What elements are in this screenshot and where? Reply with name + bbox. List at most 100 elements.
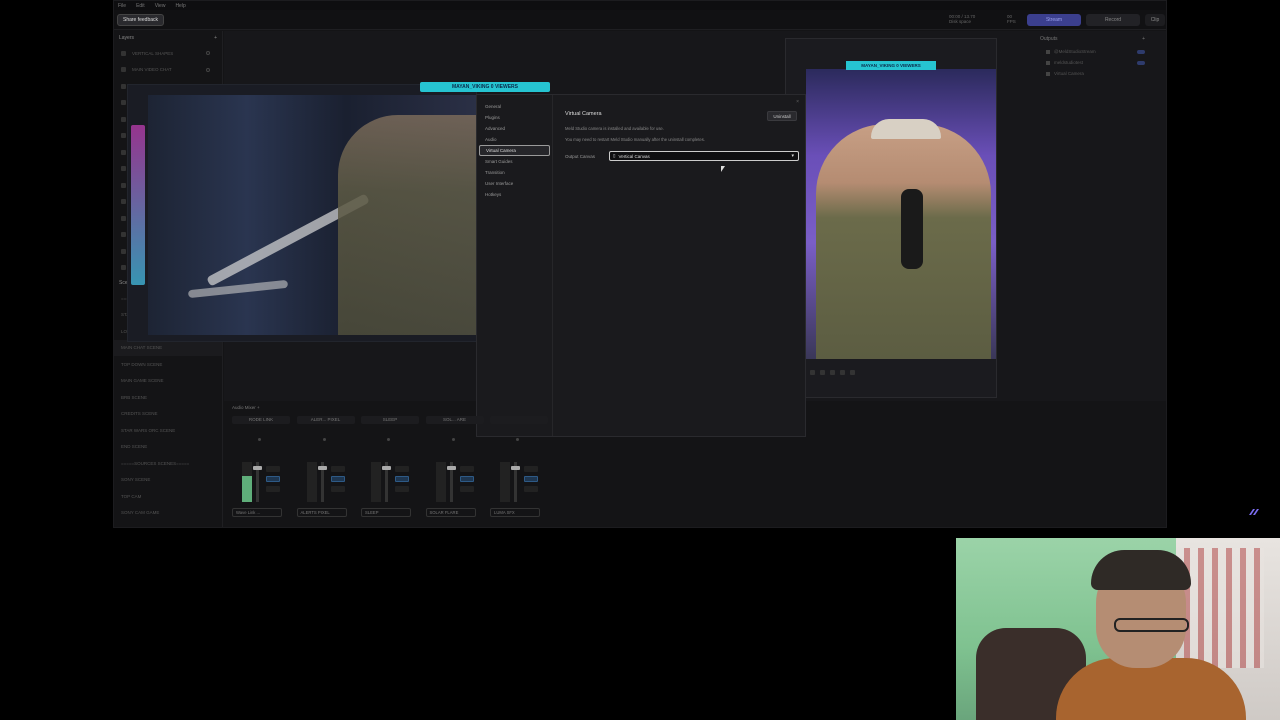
- neon-sign: [131, 125, 145, 285]
- output-item[interactable]: Virtual Camera: [1034, 68, 1167, 79]
- settings-nav-item[interactable]: Plugins: [479, 112, 550, 123]
- menu-help[interactable]: Help: [175, 3, 185, 9]
- vertical-camera-feed: [806, 69, 996, 359]
- monitor-button[interactable]: [266, 476, 280, 482]
- settings-nav-item[interactable]: User Interface: [479, 178, 550, 189]
- tool-icon[interactable]: [830, 369, 835, 375]
- clip-button[interactable]: Clip: [1145, 14, 1165, 26]
- share-feedback-button[interactable]: Share feedback: [117, 14, 165, 26]
- layer-item[interactable]: VERTICAL SHAPES: [114, 45, 222, 62]
- disk-stats-label: Disk space: [949, 19, 972, 24]
- mixer-strip: SOL... ARE SOLAR FLARE: [425, 416, 484, 524]
- tool-icon[interactable]: [840, 369, 845, 375]
- layer-item[interactable]: MAIN VIDEO CHAT: [114, 62, 222, 79]
- strip-source[interactable]: ALERTS PIXEL: [296, 508, 347, 517]
- restart-note: You may need to restart Meld Studio manu…: [565, 137, 705, 142]
- scene-item[interactable]: BRB SCENE: [114, 389, 222, 406]
- strip-button[interactable]: [459, 486, 474, 492]
- settings-nav-item[interactable]: Virtual Camera: [479, 145, 550, 156]
- tool-icon[interactable]: [820, 369, 825, 375]
- outputs-title: Outputs: [1040, 36, 1058, 42]
- uninstall-button[interactable]: Uninstall: [767, 111, 797, 121]
- strip-button[interactable]: [395, 466, 409, 472]
- strip-button[interactable]: [524, 486, 538, 492]
- layer-type-icon: [121, 133, 126, 139]
- settings-nav-item[interactable]: Hotkeys: [479, 189, 550, 200]
- settings-nav-item[interactable]: Audio: [479, 134, 550, 145]
- strip-button[interactable]: [459, 466, 474, 472]
- scene-item[interactable]: CREDITS SCENE: [114, 406, 222, 423]
- chevron-down-icon: ▾: [791, 153, 794, 159]
- strip-button[interactable]: [266, 486, 280, 492]
- menu-edit[interactable]: Edit: [136, 3, 145, 9]
- add-output-button[interactable]: +: [1142, 36, 1145, 42]
- layer-type-icon: [121, 50, 126, 56]
- strip-button[interactable]: [266, 466, 280, 472]
- strip-name: ALER... PIXEL: [296, 416, 355, 424]
- scene-item[interactable]: =====SOURCES SCENES=====: [114, 455, 222, 472]
- strip-button[interactable]: [330, 486, 345, 492]
- tool-icon[interactable]: [810, 369, 815, 375]
- add-audio-button[interactable]: +: [257, 405, 260, 410]
- output-toggle[interactable]: [1137, 49, 1145, 54]
- record-button[interactable]: Record: [1086, 14, 1140, 26]
- output-canvas-value: Vertical Canvas: [618, 153, 650, 159]
- add-layer-button[interactable]: +: [214, 35, 217, 41]
- output-label: @MeldStudioStream: [1054, 49, 1096, 54]
- strip-button[interactable]: [330, 466, 345, 472]
- output-item[interactable]: @MeldStudioStream: [1034, 46, 1167, 57]
- monitor-button[interactable]: [395, 476, 409, 482]
- fader-knob[interactable]: [446, 466, 456, 470]
- scene-item[interactable]: STAR WARS ORC SCENE: [114, 422, 222, 439]
- monitor-button[interactable]: [459, 476, 474, 482]
- menu-view[interactable]: View: [155, 3, 166, 9]
- layer-type-icon: [121, 166, 126, 172]
- tool-icon[interactable]: [850, 369, 855, 375]
- scene-item[interactable]: TOP CAM: [114, 488, 222, 505]
- menu-file[interactable]: File: [118, 3, 126, 9]
- strip-source[interactable]: SOLAR FLARE: [425, 508, 476, 517]
- settings-nav-item[interactable]: General: [479, 101, 550, 112]
- horizontal-canvas-preview[interactable]: [127, 84, 477, 342]
- vertical-canvas-preview[interactable]: MAYAN_VIKING 0 VIEWERS: [785, 38, 997, 398]
- settings-nav-item[interactable]: Smart Guides: [479, 156, 550, 167]
- level-meter: [242, 462, 252, 502]
- stream-button[interactable]: Stream: [1027, 14, 1081, 26]
- settings-nav-item[interactable]: Advanced: [479, 123, 550, 134]
- fader-knob[interactable]: [382, 466, 391, 470]
- strip-name: SLEEP: [361, 416, 419, 424]
- volume-indicator: [451, 438, 455, 441]
- scene-item[interactable]: SONY CAM GAME: [114, 505, 222, 522]
- layer-type-icon: [121, 67, 126, 73]
- scene-item[interactable]: TOP DOWN SCENE: [114, 356, 222, 373]
- mouse-cursor-icon: [721, 166, 725, 172]
- scene-item[interactable]: END SCENE: [114, 439, 222, 456]
- fader-knob[interactable]: [253, 466, 262, 470]
- level-fill: [242, 476, 252, 502]
- layer-type-icon: [121, 248, 126, 254]
- streamer-video: [338, 115, 476, 335]
- monitor-button[interactable]: [524, 476, 538, 482]
- scene-item[interactable]: MAIN GAME SCENE: [114, 373, 222, 390]
- strip-source[interactable]: SLEEP: [361, 508, 411, 517]
- monitor-button[interactable]: [330, 476, 345, 482]
- settings-nav-item[interactable]: Transition: [479, 167, 550, 178]
- output-item[interactable]: meldstudiotest: [1034, 57, 1167, 68]
- volume-indicator: [322, 438, 326, 441]
- settings-nav: General Plugins Advanced Audio Virtual Camer…: [477, 95, 553, 436]
- strip-source[interactable]: LUMA SFX: [490, 508, 540, 517]
- fader-knob[interactable]: [317, 466, 327, 470]
- output-canvas-select[interactable]: ▯ Vertical Canvas ▾: [609, 151, 799, 161]
- visibility-icon[interactable]: [206, 67, 210, 72]
- level-meter: [500, 462, 510, 502]
- scene-item[interactable]: SONY SCENE: [114, 472, 222, 489]
- output-toggle[interactable]: [1137, 60, 1145, 65]
- strip-source[interactable]: Wave Link ...: [232, 508, 282, 517]
- strip-buttons: [330, 466, 345, 496]
- virtual-camera-settings: Virtual Camera Uninstall Meld Studio cam…: [563, 95, 805, 436]
- strip-button[interactable]: [524, 466, 538, 472]
- fader-knob[interactable]: [511, 466, 520, 470]
- strip-button[interactable]: [395, 486, 409, 492]
- visibility-icon[interactable]: [206, 51, 210, 56]
- level-meter: [306, 462, 317, 502]
